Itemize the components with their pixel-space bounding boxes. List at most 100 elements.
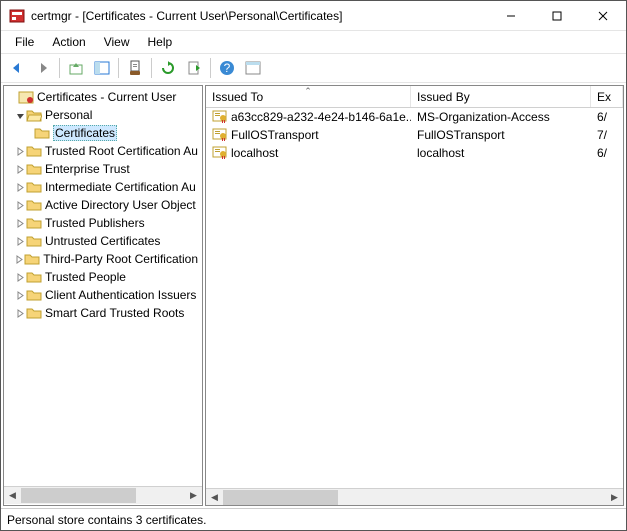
copy-button[interactable]	[123, 56, 147, 80]
scroll-thumb[interactable]	[21, 488, 136, 503]
scroll-right-button[interactable]: ▶	[606, 489, 623, 506]
expander-open-icon[interactable]	[14, 111, 26, 120]
folder-icon	[26, 143, 42, 159]
folder-icon	[26, 305, 42, 321]
toolbar: ?	[1, 53, 626, 83]
tree-label: Smart Card Trusted Roots	[45, 306, 184, 320]
content-area: Certificates - Current User Personal Cer…	[1, 83, 626, 508]
expander-icon[interactable]	[14, 273, 26, 282]
tree-item-certificates[interactable]: Certificates	[4, 124, 202, 142]
menu-help[interactable]: Help	[140, 33, 181, 51]
tree-label: Intermediate Certification Au	[45, 180, 196, 194]
maximize-button[interactable]	[534, 1, 580, 31]
cell-issued-by: FullOSTransport	[411, 128, 591, 142]
column-headers: Issued To ⌃ Issued By Ex	[206, 86, 623, 108]
cell-issued-to: FullOSTransport	[206, 128, 411, 142]
folder-icon	[26, 161, 42, 177]
menu-view[interactable]: View	[96, 33, 138, 51]
list-row[interactable]: a63cc829-a232-4e24-b146-6a1e...MS-Organi…	[206, 108, 623, 126]
up-button[interactable]	[64, 56, 88, 80]
tree-item[interactable]: Untrusted Certificates	[4, 232, 202, 250]
toolbar-separator	[210, 58, 211, 78]
minimize-button[interactable]	[488, 1, 534, 31]
tree-scrollbar[interactable]: ◀ ▶	[4, 486, 202, 503]
tree-item[interactable]: Intermediate Certification Au	[4, 178, 202, 196]
title-bar[interactable]: certmgr - [Certificates - Current User\P…	[1, 1, 626, 31]
sort-ascending-icon: ⌃	[304, 86, 312, 97]
options-button[interactable]	[241, 56, 265, 80]
folder-open-icon	[26, 107, 42, 123]
tree-item-personal[interactable]: Personal	[4, 106, 202, 124]
expander-icon[interactable]	[14, 219, 26, 228]
cell-issued-by: localhost	[411, 146, 591, 160]
expander-icon[interactable]	[14, 183, 26, 192]
scroll-left-button[interactable]: ◀	[206, 489, 223, 506]
expander-icon[interactable]	[14, 291, 26, 300]
column-issued-to[interactable]: Issued To ⌃	[206, 86, 411, 107]
tree-item[interactable]: Client Authentication Issuers	[4, 286, 202, 304]
scroll-track[interactable]	[21, 487, 185, 504]
cell-issued-to: localhost	[206, 146, 411, 160]
tree-label: Active Directory User Object	[45, 198, 196, 212]
menu-bar: File Action View Help	[1, 31, 626, 53]
menu-file[interactable]: File	[7, 33, 42, 51]
tree-item[interactable]: Trusted People	[4, 268, 202, 286]
folder-icon	[26, 215, 42, 231]
expander-icon[interactable]	[14, 309, 26, 318]
export-list-button[interactable]	[182, 56, 206, 80]
expander-icon[interactable]	[14, 237, 26, 246]
expander-icon[interactable]	[14, 201, 26, 210]
column-label: Issued To	[212, 90, 263, 104]
tree-label: Trusted People	[45, 270, 126, 284]
scroll-right-button[interactable]: ▶	[185, 487, 202, 504]
tree-item[interactable]: Enterprise Trust	[4, 160, 202, 178]
tree-item[interactable]: Trusted Publishers	[4, 214, 202, 232]
list-row[interactable]: localhostlocalhost6/	[206, 144, 623, 162]
column-label: Issued By	[417, 90, 470, 104]
list-scrollbar[interactable]: ◀ ▶	[206, 488, 623, 505]
certificate-icon	[212, 146, 228, 160]
toolbar-separator	[151, 58, 152, 78]
list-row[interactable]: FullOSTransportFullOSTransport7/	[206, 126, 623, 144]
folder-icon	[24, 251, 40, 267]
tree-item[interactable]: Trusted Root Certification Au	[4, 142, 202, 160]
back-button[interactable]	[5, 56, 29, 80]
tree-item[interactable]: Third-Party Root Certification	[4, 250, 202, 268]
tree-label: Enterprise Trust	[45, 162, 130, 176]
folder-icon	[26, 287, 42, 303]
column-expiration[interactable]: Ex	[591, 86, 623, 107]
expander-icon[interactable]	[14, 255, 24, 264]
tree-label: Trusted Root Certification Au	[45, 144, 198, 158]
folder-icon	[26, 197, 42, 213]
app-icon	[9, 8, 25, 24]
cell-expiration: 6/	[591, 110, 623, 124]
column-label: Ex	[597, 90, 611, 104]
folder-icon	[34, 125, 50, 141]
tree-item[interactable]: Active Directory User Object	[4, 196, 202, 214]
forward-button[interactable]	[31, 56, 55, 80]
tree-pane[interactable]: Certificates - Current User Personal Cer…	[3, 85, 203, 506]
close-button[interactable]	[580, 1, 626, 31]
tree-label: Certificates - Current User	[37, 90, 176, 104]
list-rows[interactable]: a63cc829-a232-4e24-b146-6a1e...MS-Organi…	[206, 108, 623, 488]
refresh-button[interactable]	[156, 56, 180, 80]
scroll-thumb[interactable]	[223, 490, 338, 505]
status-bar: Personal store contains 3 certificates.	[1, 508, 626, 530]
scroll-left-button[interactable]: ◀	[4, 487, 21, 504]
tree-root[interactable]: Certificates - Current User	[4, 88, 202, 106]
window-title: certmgr - [Certificates - Current User\P…	[31, 9, 488, 23]
tree-label: Third-Party Root Certification	[43, 252, 198, 266]
tree-item[interactable]: Smart Card Trusted Roots	[4, 304, 202, 322]
expander-icon[interactable]	[14, 147, 26, 156]
folder-icon	[26, 269, 42, 285]
column-issued-by[interactable]: Issued By	[411, 86, 591, 107]
menu-action[interactable]: Action	[44, 33, 93, 51]
certificate-icon	[212, 110, 228, 124]
show-hide-tree-button[interactable]	[90, 56, 114, 80]
tree-label: Trusted Publishers	[45, 216, 145, 230]
cell-expiration: 7/	[591, 128, 623, 142]
help-button[interactable]: ?	[215, 56, 239, 80]
scroll-track[interactable]	[223, 489, 606, 506]
folder-icon	[26, 179, 42, 195]
expander-icon[interactable]	[14, 165, 26, 174]
